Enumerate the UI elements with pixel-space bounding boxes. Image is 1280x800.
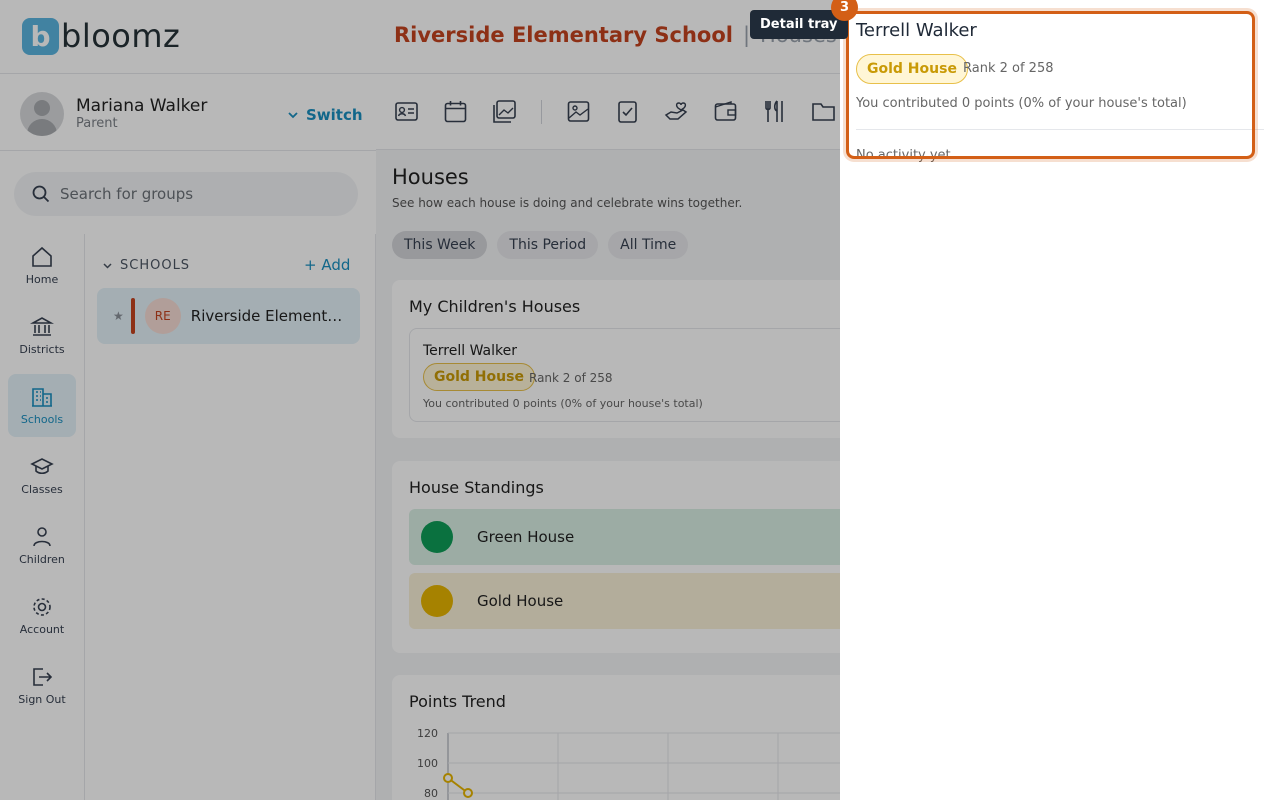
- modal-backdrop[interactable]: [0, 0, 840, 800]
- tray-child-name: Terrell Walker: [856, 20, 977, 41]
- tray-rank-text: Rank 2 of 258: [963, 61, 1054, 76]
- detail-tray: Terrell Walker Gold House Rank 2 of 258 …: [840, 0, 1280, 800]
- tray-empty-state: No activity yet.: [856, 148, 955, 163]
- tray-house-badge: Gold House: [856, 54, 968, 84]
- tray-divider: [856, 129, 1264, 130]
- tray-contribution-text: You contributed 0 points (0% of your hou…: [856, 96, 1187, 111]
